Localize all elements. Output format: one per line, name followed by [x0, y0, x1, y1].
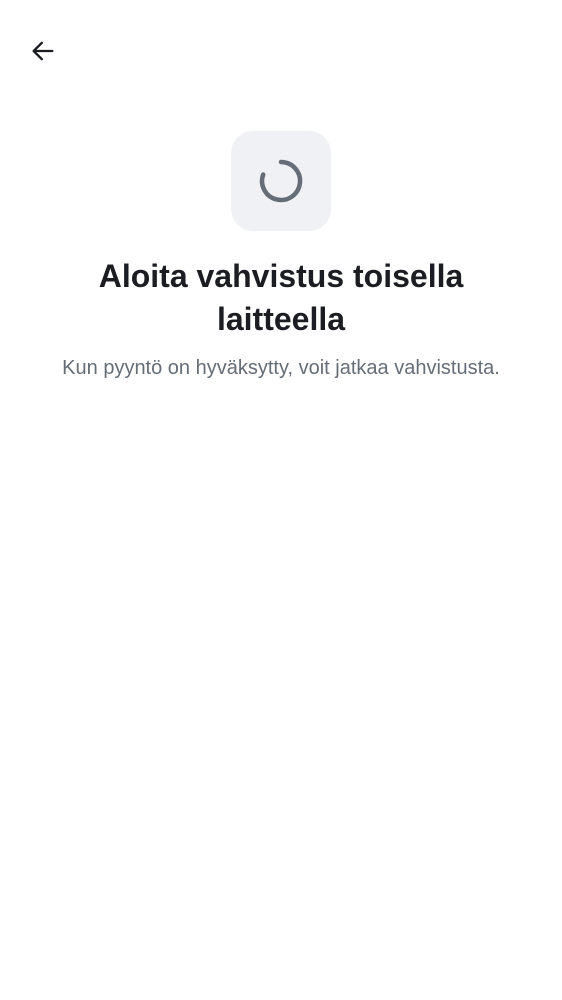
back-button[interactable] [22, 30, 64, 72]
status-icon-tile [231, 131, 331, 231]
arrow-left-icon [32, 41, 54, 61]
page-subtitle: Kun pyyntö on hyväksytty, voit jatkaa va… [62, 357, 500, 379]
loading-spinner-icon [259, 159, 303, 203]
verification-screen: Aloita vahvistus toisella laitteella Kun… [0, 0, 562, 1000]
page-title: Aloita vahvistus toisella laitteella [98, 258, 464, 337]
